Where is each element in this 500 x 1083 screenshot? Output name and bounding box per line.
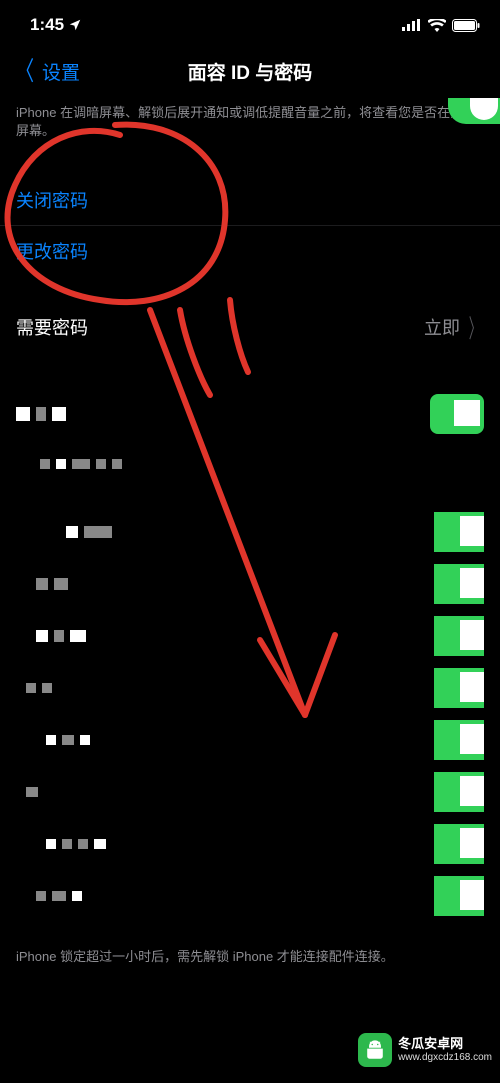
attention-toggle[interactable] bbox=[448, 98, 500, 124]
watermark-url: www.dgxcdz168.com bbox=[398, 1052, 492, 1063]
require-passcode-cell[interactable]: 需要密码 立即 〉 bbox=[0, 302, 500, 352]
list-item[interactable] bbox=[0, 610, 500, 662]
toggle-switch[interactable] bbox=[430, 564, 484, 604]
passcode-actions-group: 关闭密码 更改密码 bbox=[0, 175, 500, 276]
list-item[interactable] bbox=[0, 506, 500, 558]
require-passcode-label: 需要密码 bbox=[16, 314, 424, 340]
battery-icon bbox=[452, 19, 480, 32]
list-item[interactable] bbox=[0, 388, 500, 440]
back-label: 设置 bbox=[42, 58, 80, 85]
attention-footer: iPhone 在调暗屏幕、解锁后展开通知或调低提醒音量之前，将查看您是否在注视屏… bbox=[0, 98, 500, 149]
toggle-switch[interactable] bbox=[430, 772, 484, 812]
toggle-switch[interactable] bbox=[430, 512, 484, 552]
toggle-switch[interactable] bbox=[430, 394, 484, 434]
change-passcode-label: 更改密码 bbox=[16, 238, 484, 264]
clock-text: 1:45 bbox=[30, 15, 64, 35]
turn-off-passcode-label: 关闭密码 bbox=[16, 187, 484, 213]
page-title: 面容 ID 与密码 bbox=[188, 58, 313, 85]
list-item[interactable] bbox=[0, 714, 500, 766]
toggle-switch[interactable] bbox=[430, 668, 484, 708]
list-item[interactable] bbox=[0, 870, 500, 922]
require-passcode-group: 需要密码 立即 〉 bbox=[0, 302, 500, 352]
chevron-right-icon: 〉 bbox=[469, 309, 482, 345]
back-button[interactable]: 〈 设置 bbox=[12, 58, 80, 85]
status-time: 1:45 bbox=[30, 15, 82, 35]
toggle-switch[interactable] bbox=[430, 824, 484, 864]
wifi-icon bbox=[428, 19, 446, 32]
list-item[interactable] bbox=[0, 440, 500, 488]
bottom-footer: iPhone 锁定超过一小时后，需先解锁 iPhone 才能连接配件连接。 bbox=[0, 942, 500, 976]
list-item[interactable] bbox=[0, 558, 500, 610]
list-item[interactable] bbox=[0, 818, 500, 870]
android-logo-icon bbox=[358, 1033, 392, 1067]
toggle-switch[interactable] bbox=[430, 616, 484, 656]
cellular-signal-icon bbox=[402, 19, 422, 31]
turn-off-passcode-cell[interactable]: 关闭密码 bbox=[0, 175, 500, 225]
watermark-title: 冬瓜安卓网 bbox=[398, 1037, 492, 1051]
navigation-bar: 〈 设置 面容 ID 与密码 bbox=[0, 44, 500, 98]
location-arrow-icon bbox=[68, 18, 82, 32]
change-passcode-cell[interactable]: 更改密码 bbox=[0, 225, 500, 276]
list-item[interactable] bbox=[0, 766, 500, 818]
watermark: 冬瓜安卓网 www.dgxcdz168.com bbox=[354, 1031, 496, 1069]
require-passcode-value: 立即 bbox=[424, 314, 460, 340]
list-item[interactable] bbox=[0, 662, 500, 714]
status-icons bbox=[402, 19, 480, 32]
status-bar: 1:45 bbox=[0, 0, 500, 44]
toggle-switch[interactable] bbox=[430, 876, 484, 916]
toggle-switch[interactable] bbox=[430, 720, 484, 760]
chevron-left-icon: 〈 bbox=[16, 58, 34, 84]
